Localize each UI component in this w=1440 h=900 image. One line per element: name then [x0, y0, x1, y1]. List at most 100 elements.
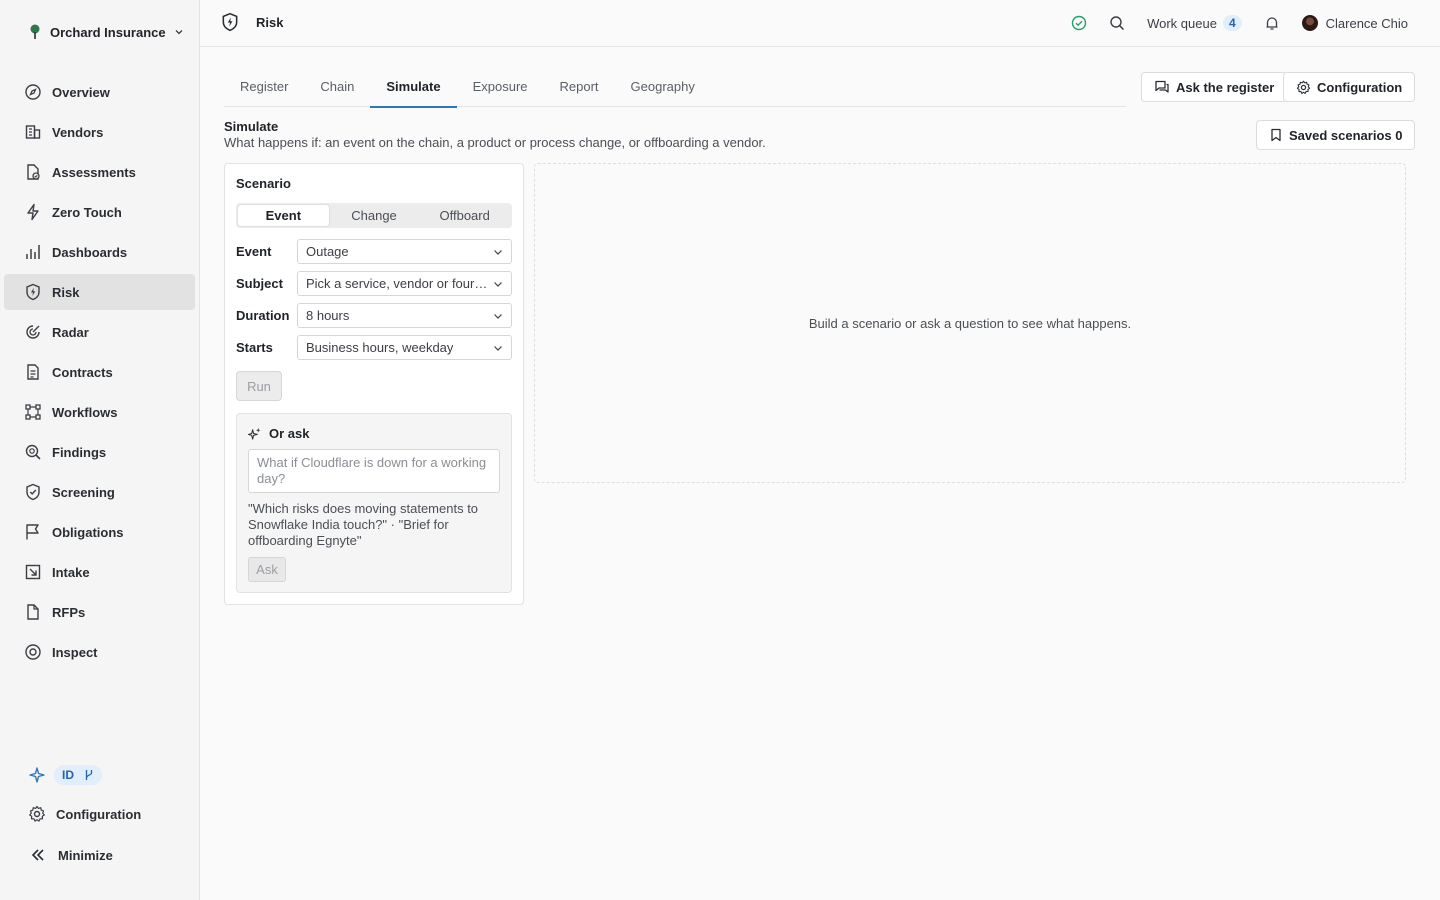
shield-bolt-icon	[222, 12, 238, 32]
sparkle-pin-icon[interactable]	[28, 766, 46, 784]
bar-chart-icon	[26, 245, 40, 259]
sidebar-item-label: Screening	[52, 484, 115, 500]
chevron-down-icon	[494, 345, 502, 351]
chevron-down-icon	[494, 249, 502, 255]
sidebar-item-label: Zero Touch	[52, 204, 122, 220]
scenario-heading: Scenario	[236, 176, 291, 191]
starts-select[interactable]: Business hours, weekday	[297, 335, 512, 360]
field-event: Event Outage	[236, 239, 512, 264]
id-badge[interactable]: ID	[54, 765, 102, 785]
sidebar-item-label: Obligations	[52, 524, 124, 540]
sidebar-item-workflows[interactable]: Workflows	[4, 394, 195, 430]
org-switcher[interactable]: Orchard Insurance	[28, 22, 184, 42]
tab-register[interactable]: Register	[224, 66, 304, 107]
subject-select[interactable]: Pick a service, vendor or fourth party	[297, 271, 512, 296]
building-icon	[25, 125, 41, 139]
chevron-down-icon	[494, 313, 502, 319]
ask-heading-text: Or ask	[269, 426, 310, 441]
sidebar-item-label: Risk	[52, 284, 80, 300]
sidebar-item-assessments[interactable]: Assessments	[4, 154, 195, 190]
sidebar-item-label: Assessments	[52, 164, 136, 180]
sidebar-item-intake[interactable]: Intake	[4, 554, 195, 590]
sidebar-item-radar[interactable]: Radar	[4, 314, 195, 350]
sidebar-item-rfps[interactable]: RFPs	[4, 594, 195, 630]
sidebar-item-label: Contracts	[52, 364, 113, 380]
sidebar-item-label: Findings	[52, 444, 107, 460]
sidebar-minimize[interactable]: Minimize	[30, 847, 113, 863]
sidebar-item-label: Inspect	[52, 644, 98, 660]
eye-icon	[25, 644, 41, 660]
double-chevron-left-icon	[31, 849, 44, 861]
branch-icon	[85, 770, 93, 780]
sidebar-item-contracts[interactable]: Contracts	[4, 354, 195, 390]
sidebar: Orchard Insurance Overview Vendors Asses…	[0, 0, 200, 900]
user-name: Clarence Chio	[1325, 15, 1408, 31]
sidebar-minimize-label: Minimize	[58, 847, 113, 863]
tab-chain[interactable]: Chain	[304, 66, 370, 107]
sidebar-item-findings[interactable]: Findings	[4, 434, 195, 470]
sidebar-item-zero-touch[interactable]: Zero Touch	[4, 194, 195, 230]
page-title-text: Risk	[256, 14, 284, 30]
configuration-button[interactable]: Configuration	[1283, 72, 1416, 102]
sidebar-item-label: Workflows	[52, 404, 118, 420]
file-icon	[27, 604, 39, 620]
mode-offboard[interactable]: Offboard	[419, 205, 510, 226]
sidebar-item-risk[interactable]: Risk	[4, 274, 195, 310]
work-queue-label: Work queue	[1147, 15, 1217, 31]
chevron-down-icon	[175, 30, 183, 35]
tab-report[interactable]: Report	[544, 66, 615, 107]
scenario-panel: Scenario Event Change Offboard Event Out…	[224, 163, 524, 605]
sidebar-item-label: Radar	[52, 324, 89, 340]
sidebar-item-label: RFPs	[52, 604, 86, 620]
sidebar-item-obligations[interactable]: Obligations	[4, 514, 195, 550]
event-select[interactable]: Outage	[297, 239, 512, 264]
tab-simulate[interactable]: Simulate	[370, 66, 457, 108]
ask-register-label: Ask the register	[1176, 79, 1275, 95]
mode-change[interactable]: Change	[329, 205, 420, 226]
work-queue[interactable]: Work queue 4	[1147, 15, 1242, 31]
field-event-label: Event	[236, 244, 272, 259]
field-duration-label: Duration	[236, 308, 290, 323]
sidebar-item-vendors[interactable]: Vendors	[4, 114, 195, 150]
contract-icon	[27, 364, 39, 380]
intake-icon	[25, 564, 41, 580]
ask-input[interactable]	[248, 449, 500, 493]
sidebar-configuration[interactable]: Configuration	[28, 805, 141, 823]
empty-state-message: Build a scenario or ask a question to se…	[808, 315, 1132, 331]
chat-icon	[1155, 80, 1169, 93]
configuration-label: Configuration	[1317, 79, 1403, 95]
status-ok-icon[interactable]	[1071, 15, 1087, 31]
saved-scenarios-button[interactable]: Saved scenarios 0	[1256, 120, 1416, 150]
mode-event[interactable]: Event	[238, 205, 329, 226]
sidebar-item-dashboards[interactable]: Dashboards	[4, 234, 195, 270]
field-subject: Subject Pick a service, vendor or fourth…	[236, 271, 512, 296]
sidebar-configuration-label: Configuration	[56, 806, 142, 822]
bookmark-icon	[1271, 128, 1281, 142]
sidebar-item-screening[interactable]: Screening	[4, 474, 195, 510]
run-button[interactable]: Run	[236, 371, 282, 401]
bell-icon[interactable]	[1264, 15, 1280, 31]
subject-select-value: Pick a service, vendor or fourth party	[306, 276, 490, 291]
compass-icon	[25, 84, 41, 100]
saved-scenarios-label: Saved scenarios 0	[1289, 127, 1403, 143]
document-check-icon	[27, 164, 40, 180]
user-menu[interactable]: Clarence Chio	[1301, 15, 1408, 31]
tab-geography[interactable]: Geography	[615, 66, 711, 107]
ask-register-button[interactable]: Ask the register	[1141, 72, 1288, 102]
event-select-value: Outage	[306, 244, 349, 259]
page-title: Risk	[220, 12, 283, 32]
scenario-mode-toggle: Event Change Offboard	[236, 203, 512, 228]
id-badge-label: ID	[62, 768, 74, 782]
org-name: Orchard Insurance	[50, 24, 166, 40]
radar-icon	[26, 325, 40, 339]
magnifier-icon	[25, 444, 41, 460]
tab-exposure[interactable]: Exposure	[457, 66, 544, 107]
sidebar-item-inspect[interactable]: Inspect	[4, 634, 195, 670]
sidebar-item-overview[interactable]: Overview	[4, 74, 195, 110]
sidebar-nav: Overview Vendors Assessments Zero Touch …	[4, 74, 195, 674]
search-icon[interactable]	[1109, 15, 1125, 31]
duration-select[interactable]: 8 hours	[297, 303, 512, 328]
field-starts-label: Starts	[236, 340, 273, 355]
ask-button[interactable]: Ask	[248, 557, 286, 582]
sidebar-badges: ID	[28, 765, 102, 785]
